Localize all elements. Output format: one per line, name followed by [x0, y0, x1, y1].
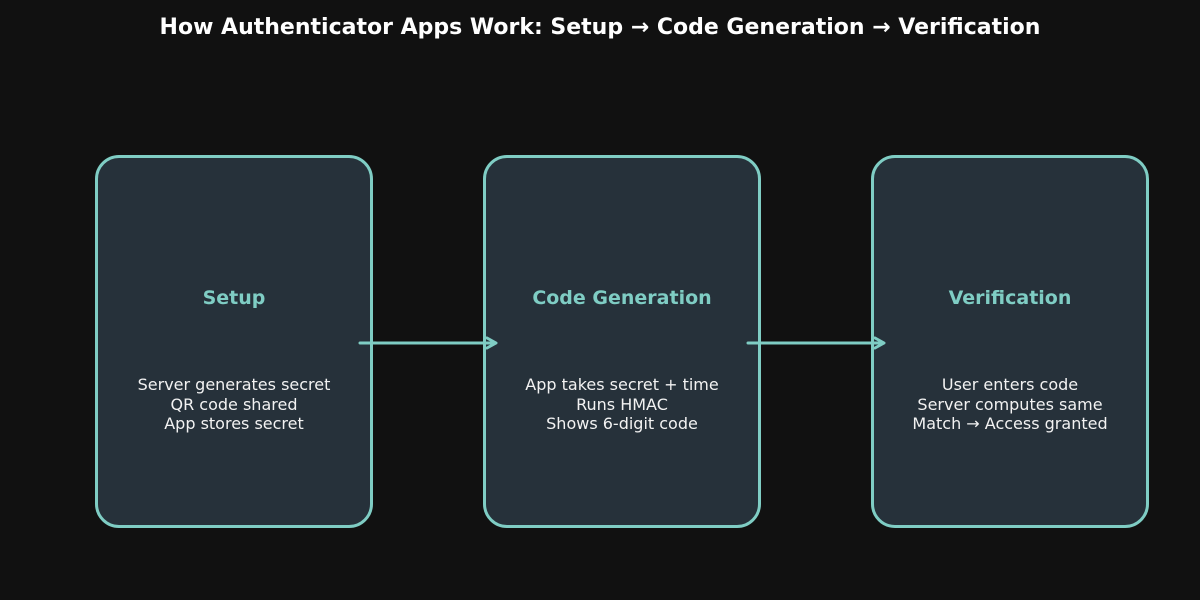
- step-title: Verification: [948, 287, 1072, 309]
- step-line: Runs HMAC: [576, 394, 668, 414]
- arrow-code-generation-to-verification-icon: [746, 336, 886, 350]
- step-line: Match → Access granted: [912, 414, 1108, 434]
- diagram-title: How Authenticator Apps Work: Setup → Cod…: [159, 15, 1041, 40]
- step-line: App takes secret + time: [525, 375, 719, 394]
- step-description: App takes secret + time Runs HMAC Shows …: [486, 375, 758, 434]
- step-description: User enters code Server computes same Ma…: [874, 375, 1146, 434]
- step-card-setup: Setup Server generates secret QR code sh…: [95, 155, 373, 528]
- step-line: Server generates secret: [137, 375, 331, 394]
- step-line: Shows 6-digit code: [546, 414, 698, 434]
- step-description: Server generates secret QR code shared A…: [98, 375, 370, 434]
- step-line: QR code shared: [170, 394, 298, 414]
- arrow-setup-to-code-generation-icon: [358, 336, 498, 350]
- step-line: App stores secret: [164, 414, 304, 434]
- step-line: Server computes same: [917, 394, 1103, 414]
- step-card-code-generation: Code Generation App takes secret + time …: [483, 155, 761, 528]
- step-line: User enters code: [941, 375, 1079, 394]
- step-title: Setup: [202, 287, 266, 309]
- step-title: Code Generation: [532, 287, 712, 309]
- step-card-verification: Verification User enters code Server com…: [871, 155, 1149, 528]
